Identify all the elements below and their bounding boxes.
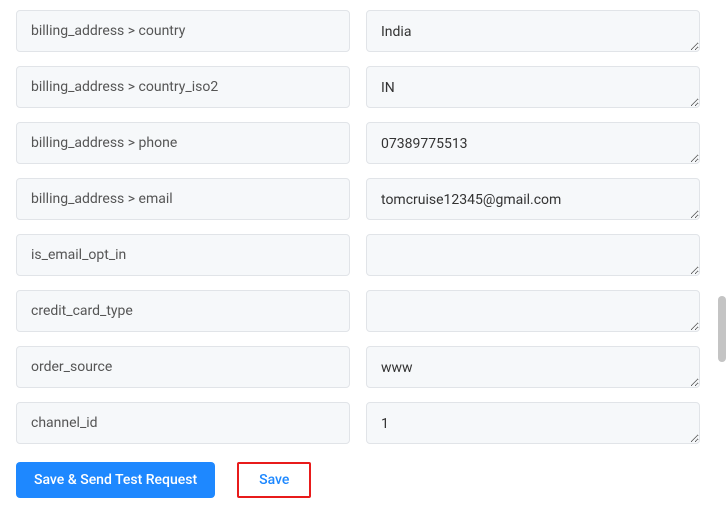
field-value-input[interactable]: 07389775513	[366, 122, 700, 164]
field-value-input[interactable]: tomcruise12345@gmail.com	[366, 178, 700, 220]
form-row: IN	[16, 66, 694, 108]
form-row	[16, 290, 694, 332]
scrollbar-thumb[interactable]	[718, 296, 726, 362]
form-rows-container: India IN 07389775513 tomcruise12345@gmai…	[0, 0, 710, 510]
field-key-input[interactable]	[16, 122, 350, 164]
form-row	[16, 234, 694, 276]
field-value-input[interactable]: www	[366, 346, 700, 388]
form-row: India	[16, 10, 694, 52]
field-key-input[interactable]	[16, 66, 350, 108]
save-send-test-request-button[interactable]: Save & Send Test Request	[16, 462, 215, 498]
actions-bar: Save & Send Test Request Save	[16, 458, 694, 510]
field-value-input[interactable]: India	[366, 10, 700, 52]
field-value-input[interactable]: IN	[366, 66, 700, 108]
field-value-input[interactable]	[366, 290, 700, 332]
form-row: 07389775513	[16, 122, 694, 164]
field-key-input[interactable]	[16, 290, 350, 332]
form-row: www	[16, 346, 694, 388]
field-key-input[interactable]	[16, 234, 350, 276]
save-button[interactable]: Save	[237, 462, 311, 498]
field-key-input[interactable]	[16, 346, 350, 388]
field-value-input[interactable]	[366, 234, 700, 276]
form-row: tomcruise12345@gmail.com	[16, 178, 694, 220]
field-key-input[interactable]	[16, 178, 350, 220]
field-key-input[interactable]	[16, 10, 350, 52]
form-row: 1	[16, 402, 694, 444]
field-value-input[interactable]: 1	[366, 402, 700, 444]
field-key-input[interactable]	[16, 402, 350, 444]
